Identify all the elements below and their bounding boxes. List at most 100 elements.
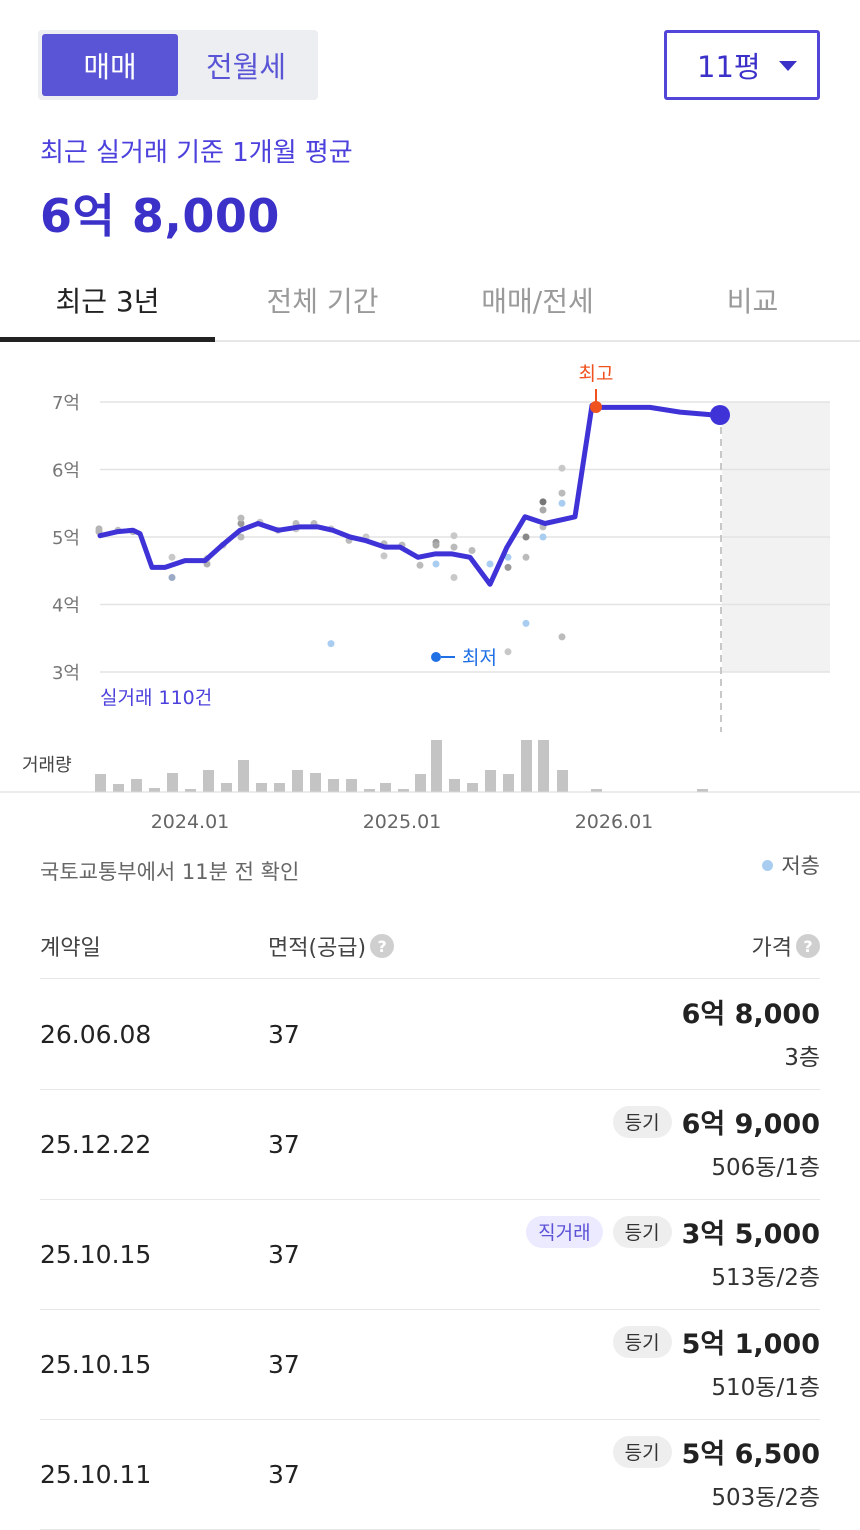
help-icon[interactable]: ? (370, 934, 395, 958)
row-floor: 503동/2층 (711, 1485, 820, 1511)
volume-label: 거래량 (22, 755, 72, 776)
area-dropdown[interactable]: 11평 (664, 30, 820, 100)
source-note: 국토교통부에서 11분 전 확인 (40, 860, 300, 884)
y-tick-label: 6억 (52, 461, 80, 482)
header-area-label: 면적(공급) (268, 936, 367, 961)
volume-bar (149, 788, 160, 792)
volume-bar (274, 783, 285, 792)
header-price: 가격 ? (752, 930, 820, 962)
tab-sale-jeonse[interactable]: 매매/전세 (430, 258, 645, 342)
table-row[interactable]: 25.12.22 37 등기 6억 9,000 506동/1층 (40, 1090, 820, 1200)
transaction-dot (432, 541, 440, 549)
sale-tab-button[interactable]: 매매 (42, 34, 178, 96)
volume-bar (167, 773, 178, 792)
volume-bar (521, 740, 532, 792)
volume-bar (292, 770, 303, 792)
transaction-dot (558, 499, 566, 507)
row-price-line: 등기 6억 9,000 (612, 1102, 820, 1141)
row-date: 25.12.22 (40, 1130, 152, 1159)
y-tick-label: 5억 (52, 528, 80, 549)
row-area: 37 (268, 1350, 300, 1379)
header-divider (40, 978, 820, 979)
volume-bar (449, 779, 460, 792)
direct-trade-badge: 직거래 (526, 1215, 603, 1248)
transaction-dot (558, 633, 566, 641)
volume-bar (203, 770, 214, 792)
average-price-label: 최근 실거래 기준 1개월 평균 (40, 138, 353, 168)
y-tick-label: 7억 (52, 393, 80, 414)
table-row[interactable]: 26.06.08 37 6억 8,000 3층 (40, 980, 820, 1090)
tab-all-period[interactable]: 전체 기간 (215, 258, 430, 342)
caret-down-icon (779, 61, 797, 71)
tab-compare[interactable]: 비교 (645, 258, 860, 342)
latest-point[interactable] (710, 405, 730, 425)
price-chart: 7억 6억 5억 4억 3억 최고 최저 실거래 110건 거래량 2024.01 202… (0, 363, 860, 833)
volume-bar (95, 774, 106, 792)
volume-bar (485, 770, 496, 792)
registered-badge: 등기 (612, 1105, 672, 1138)
tab-recent-3-years[interactable]: 최근 3년 (0, 258, 215, 342)
row-price: 6억 9,000 (681, 1109, 820, 1140)
legend-dot (762, 859, 774, 871)
header-price-label: 가격 (751, 936, 792, 961)
row-area: 37 (268, 1020, 300, 1049)
high-point (590, 401, 602, 413)
table-row[interactable]: 25.10.11 37 등기 5억 6,500 503동/2층 (40, 1420, 820, 1530)
volume-bar (467, 783, 478, 792)
trade-count-label: 실거래 110건 (100, 687, 212, 709)
registered-badge: 등기 (612, 1215, 672, 1248)
transaction-dot (450, 574, 458, 581)
transaction-dot (539, 506, 547, 514)
row-price-line: 등기 5억 6,500 (612, 1432, 820, 1471)
registered-badge: 등기 (612, 1325, 672, 1358)
volume-bar (346, 779, 357, 792)
registered-badge: 등기 (612, 1435, 672, 1468)
transaction-dot (539, 533, 547, 541)
volume-bar (310, 773, 321, 792)
volume-bar (431, 740, 442, 792)
volume-bar (113, 784, 124, 792)
row-price-line: 6억 8,000 (682, 992, 820, 1031)
transaction-dot (522, 619, 530, 627)
volume-bar (256, 783, 267, 792)
table-row[interactable]: 25.10.15 37 등기 5억 1,000 510동/1층 (40, 1310, 820, 1420)
area-dropdown-value: 11평 (697, 50, 761, 84)
x-tick-label: 2025.01 (363, 811, 442, 833)
transaction-dot (450, 543, 458, 551)
table-row[interactable]: 25.10.15 37 직거래 등기 3억 5,000 513동/2층 (40, 1200, 820, 1310)
y-tick-label: 3억 (52, 663, 80, 684)
period-tabs: 최근 3년 전체 기간 매매/전세 비교 (0, 258, 860, 342)
legend-low-floor-label: 저층 (781, 854, 820, 878)
row-floor: 3층 (784, 1045, 820, 1071)
legend-low-floor: 저층 (762, 850, 820, 880)
volume-bar (328, 779, 339, 792)
volume-bar (538, 740, 549, 792)
row-area: 37 (268, 1460, 300, 1489)
transaction-dot (522, 533, 530, 541)
row-date: 26.06.08 (40, 1020, 152, 1049)
transaction-dot (558, 464, 566, 472)
transaction-dot (168, 574, 176, 581)
header-area: 면적(공급) ? (268, 930, 395, 962)
high-label: 최고 (579, 363, 614, 385)
rent-tab-button[interactable]: 전월세 (178, 34, 314, 96)
help-icon[interactable]: ? (796, 934, 820, 958)
transaction-dot (416, 561, 424, 569)
y-tick-label: 4억 (52, 596, 80, 617)
transaction-dot (380, 552, 388, 560)
transaction-dot (450, 532, 458, 540)
x-tick-label: 2026.01 (575, 811, 654, 833)
trade-type-toggle: 매매 전월세 (38, 30, 318, 100)
price-trend-line (97, 402, 723, 587)
average-price-value: 6억 8,000 (40, 189, 280, 243)
row-floor: 513동/2층 (711, 1265, 820, 1291)
row-price-line: 등기 5억 1,000 (612, 1322, 820, 1361)
transaction-dot (486, 560, 494, 568)
transaction-dot (237, 514, 245, 522)
row-area: 37 (268, 1130, 300, 1159)
volume-bar (415, 774, 426, 792)
row-area: 37 (268, 1240, 300, 1269)
row-price: 5억 6,500 (681, 1439, 820, 1470)
low-point (431, 652, 441, 662)
row-floor: 506동/1층 (711, 1155, 820, 1181)
